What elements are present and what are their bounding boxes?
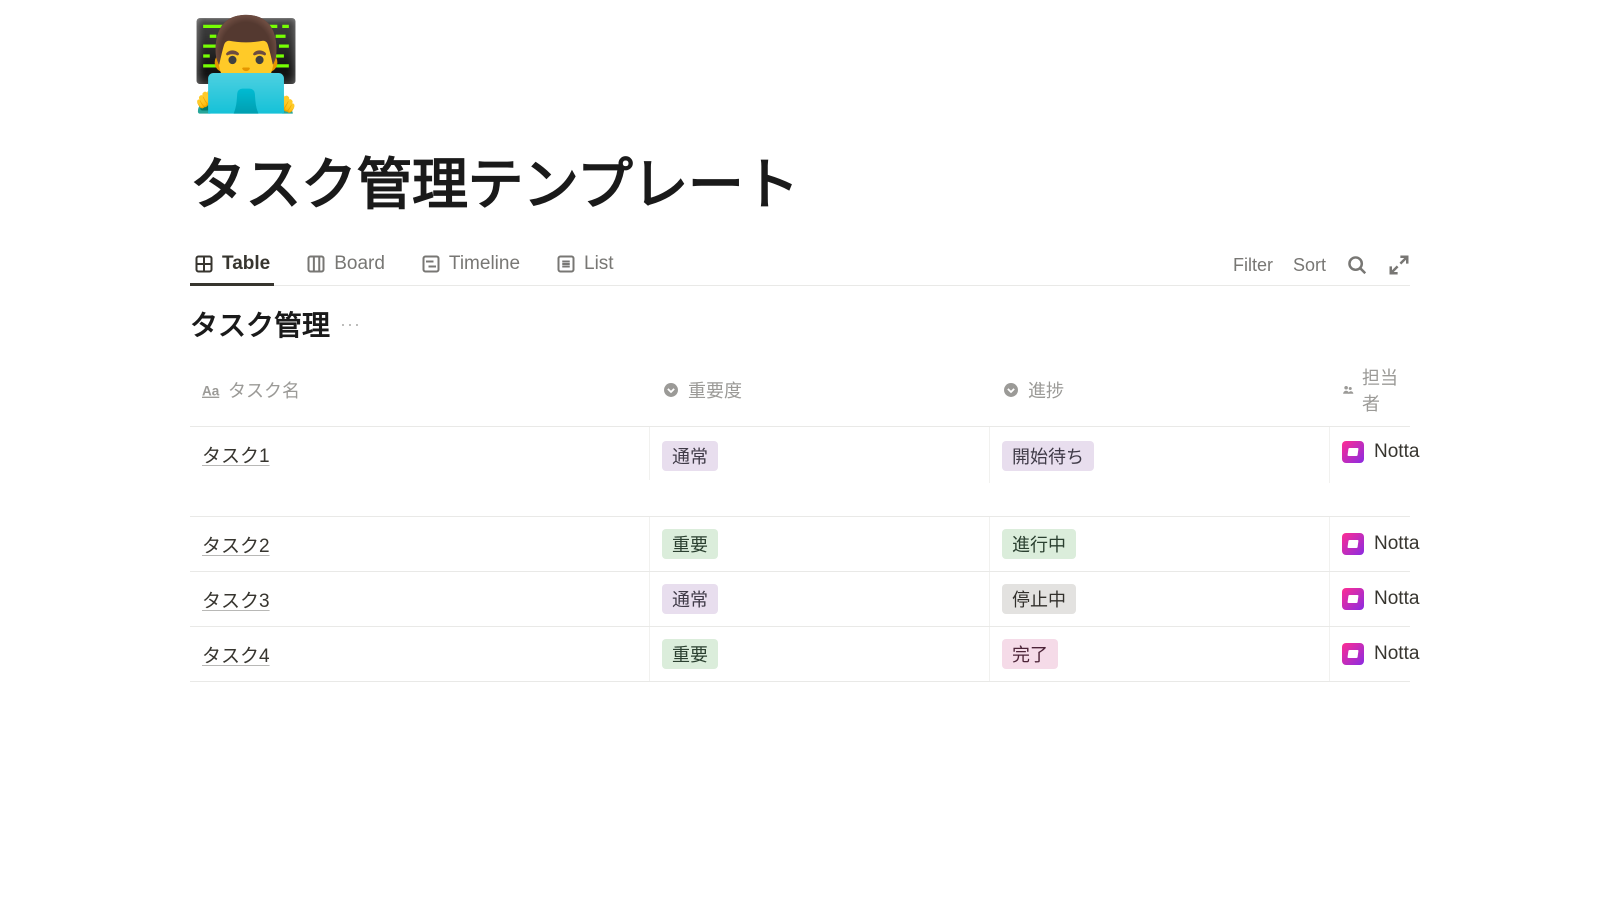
cell-assignee[interactable]: Notta bbox=[1330, 517, 1431, 571]
select-property-icon bbox=[1002, 381, 1020, 399]
cell-priority[interactable]: 重要 bbox=[650, 627, 990, 681]
assignee: Notta bbox=[1342, 588, 1419, 610]
view-tab-label: Table bbox=[222, 253, 270, 275]
svg-text:Aa: Aa bbox=[202, 384, 220, 399]
table-row[interactable]: タスク4重要完了Notta bbox=[190, 627, 1410, 682]
title-property-icon: Aa bbox=[202, 381, 220, 399]
database-title[interactable]: タスク管理 bbox=[190, 304, 330, 344]
view-tabs: Table Board Timeline List bbox=[190, 245, 618, 285]
expand-icon[interactable] bbox=[1388, 254, 1410, 276]
cell-status[interactable]: 完了 bbox=[990, 627, 1330, 681]
assignee-name: Notta bbox=[1374, 588, 1419, 610]
more-icon[interactable]: ··· bbox=[340, 314, 361, 335]
cell-assignee[interactable]: Notta bbox=[1330, 572, 1431, 626]
sort-button[interactable]: Sort bbox=[1293, 255, 1326, 276]
cell-name[interactable]: タスク4 bbox=[190, 627, 650, 681]
column-label: 進捗 bbox=[1028, 377, 1064, 403]
cell-assignee[interactable]: Notta bbox=[1330, 427, 1431, 475]
assignee-avatar-icon bbox=[1342, 643, 1364, 665]
cell-name[interactable]: タスク2 bbox=[190, 517, 650, 571]
cell-name[interactable]: タスク1 bbox=[190, 427, 650, 480]
task-name-link[interactable]: タスク2 bbox=[202, 531, 270, 558]
view-tab-label: Board bbox=[334, 253, 385, 275]
task-name-link[interactable]: タスク3 bbox=[202, 586, 270, 613]
column-header-assignee[interactable]: 担当者 bbox=[1330, 354, 1410, 426]
view-tab-label: Timeline bbox=[449, 253, 520, 275]
database-table: Aa タスク名 重要度 進捗 担当者 bbox=[190, 354, 1410, 682]
cell-status[interactable]: 進行中 bbox=[990, 517, 1330, 571]
priority-tag: 通常 bbox=[662, 584, 718, 614]
person-property-icon bbox=[1342, 381, 1354, 399]
cell-name[interactable]: タスク3 bbox=[190, 572, 650, 626]
list-icon bbox=[556, 254, 576, 274]
table-icon bbox=[194, 254, 214, 274]
assignee-avatar-icon bbox=[1342, 533, 1364, 555]
status-tag: 進行中 bbox=[1002, 529, 1076, 559]
views-bar: Table Board Timeline List bbox=[190, 245, 1410, 286]
select-property-icon bbox=[662, 381, 680, 399]
assignee-name: Notta bbox=[1374, 441, 1419, 463]
view-tab-list[interactable]: List bbox=[552, 245, 618, 286]
view-actions: Filter Sort bbox=[1233, 254, 1410, 276]
cell-status[interactable]: 開始待ち bbox=[990, 427, 1330, 483]
table-row[interactable]: タスク3通常停止中Notta bbox=[190, 572, 1410, 627]
priority-tag: 重要 bbox=[662, 639, 718, 669]
page-icon[interactable]: 👨‍💻 bbox=[190, 20, 1410, 110]
priority-tag: 重要 bbox=[662, 529, 718, 559]
assignee: Notta bbox=[1342, 441, 1419, 463]
timeline-icon bbox=[421, 254, 441, 274]
table-row[interactable]: タスク1通常開始待ちNotta bbox=[190, 427, 1410, 517]
status-tag: 開始待ち bbox=[1002, 441, 1094, 471]
column-label: タスク名 bbox=[228, 377, 300, 403]
table-header-row: Aa タスク名 重要度 進捗 担当者 bbox=[190, 354, 1410, 427]
status-tag: 完了 bbox=[1002, 639, 1058, 669]
view-tab-board[interactable]: Board bbox=[302, 245, 389, 286]
column-label: 担当者 bbox=[1362, 364, 1398, 416]
column-header-name[interactable]: Aa タスク名 bbox=[190, 354, 650, 426]
column-label: 重要度 bbox=[688, 377, 742, 403]
table-body: タスク1通常開始待ちNottaタスク2重要進行中Nottaタスク3通常停止中No… bbox=[190, 427, 1410, 682]
filter-button[interactable]: Filter bbox=[1233, 255, 1273, 276]
cell-status[interactable]: 停止中 bbox=[990, 572, 1330, 626]
view-tab-table[interactable]: Table bbox=[190, 245, 274, 286]
database-title-row: タスク管理 ··· bbox=[190, 304, 1410, 344]
assignee: Notta bbox=[1342, 643, 1419, 665]
search-icon[interactable] bbox=[1346, 254, 1368, 276]
column-header-priority[interactable]: 重要度 bbox=[650, 354, 990, 426]
page-title[interactable]: タスク管理テンプレート bbox=[190, 140, 1410, 221]
assignee-name: Notta bbox=[1374, 533, 1419, 555]
priority-tag: 通常 bbox=[662, 441, 718, 471]
view-tab-label: List bbox=[584, 253, 614, 275]
column-header-status[interactable]: 進捗 bbox=[990, 354, 1330, 426]
task-name-link[interactable]: タスク1 bbox=[202, 441, 270, 468]
cell-assignee[interactable]: Notta bbox=[1330, 627, 1431, 681]
assignee-name: Notta bbox=[1374, 643, 1419, 665]
page-container: 👨‍💻 タスク管理テンプレート Table Board Timeline bbox=[100, 20, 1500, 682]
cell-priority[interactable]: 通常 bbox=[650, 572, 990, 626]
cell-priority[interactable]: 通常 bbox=[650, 427, 990, 483]
cell-priority[interactable]: 重要 bbox=[650, 517, 990, 571]
assignee-avatar-icon bbox=[1342, 441, 1364, 463]
task-name-link[interactable]: タスク4 bbox=[202, 641, 270, 668]
assignee-avatar-icon bbox=[1342, 588, 1364, 610]
assignee: Notta bbox=[1342, 533, 1419, 555]
view-tab-timeline[interactable]: Timeline bbox=[417, 245, 524, 286]
board-icon bbox=[306, 254, 326, 274]
table-row[interactable]: タスク2重要進行中Notta bbox=[190, 517, 1410, 572]
status-tag: 停止中 bbox=[1002, 584, 1076, 614]
